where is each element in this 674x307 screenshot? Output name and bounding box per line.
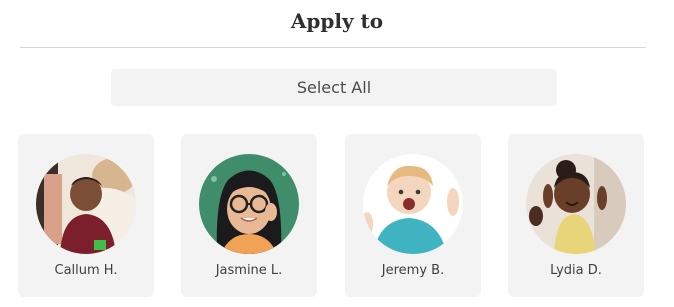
child-name: Jasmine L.: [215, 263, 283, 278]
child-card-list: Callum H. Jasmine L. Jeremy B. Lydia D.: [0, 134, 674, 297]
child-avatar: [526, 154, 626, 254]
child-avatar: [36, 154, 136, 254]
child-name: Callum H.: [54, 263, 118, 278]
child-avatar: [199, 154, 299, 254]
title-divider: [20, 47, 646, 48]
child-card[interactable]: Callum H.: [18, 134, 154, 297]
child-name: Jeremy B.: [381, 263, 445, 278]
select-all-button[interactable]: Select All: [111, 69, 557, 106]
page-title: Apply to: [290, 9, 384, 33]
child-avatar: [363, 154, 463, 254]
child-card[interactable]: Jasmine L.: [181, 134, 317, 297]
child-card[interactable]: Lydia D.: [508, 134, 644, 297]
child-card[interactable]: Jeremy B.: [345, 134, 481, 297]
child-name: Lydia D.: [550, 263, 602, 278]
